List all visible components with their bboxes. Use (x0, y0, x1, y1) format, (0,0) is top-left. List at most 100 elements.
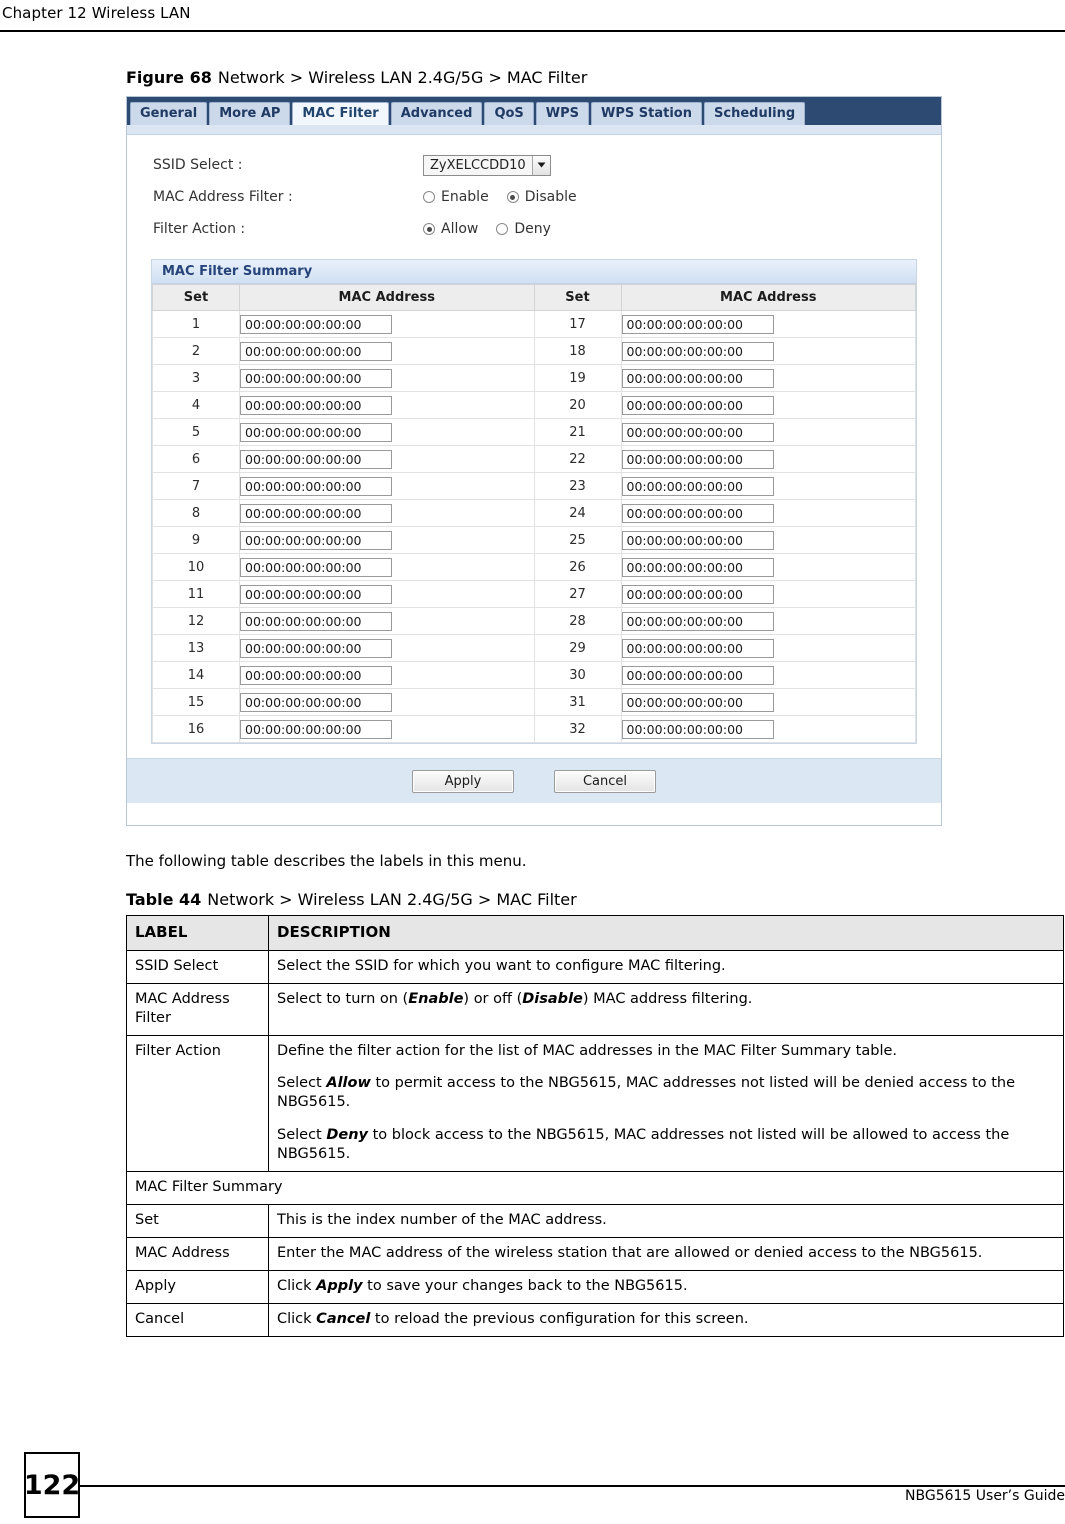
mac-address-cell: 00:00:00:00:00:00 (620, 337, 916, 365)
desc-text-run: to block access to the NBG5615, MAC addr… (277, 1126, 1010, 1162)
tab-wps[interactable]: WPS (535, 102, 590, 125)
tab-mac-filter[interactable]: MAC Filter (292, 102, 389, 125)
chevron-down-icon[interactable] (531, 155, 550, 175)
figure-title: Network > Wireless LAN 2.4G/5G > MAC Fil… (217, 68, 588, 87)
mac-set-index: 11 (152, 580, 240, 608)
mac-address-input[interactable]: 00:00:00:00:00:00 (240, 477, 392, 496)
mac-set-index: 27 (533, 580, 622, 608)
mac-address-cell: 00:00:00:00:00:00 (239, 688, 535, 716)
tab-advanced[interactable]: Advanced (390, 102, 483, 125)
mac-address-input[interactable]: 00:00:00:00:00:00 (240, 342, 392, 361)
desc-label-cell: Set (126, 1203, 269, 1239)
mac-address-cell: 00:00:00:00:00:00 (620, 391, 916, 419)
mac-address-input[interactable]: 00:00:00:00:00:00 (621, 558, 774, 577)
mac-address-input[interactable]: 00:00:00:00:00:00 (240, 450, 392, 469)
mac-address-input[interactable]: 00:00:00:00:00:00 (240, 369, 392, 388)
desc-paragraph: Click Cancel to reload the previous conf… (277, 1310, 1055, 1329)
body-paragraph: The following table describes the labels… (126, 852, 527, 870)
mac-address-cell: 00:00:00:00:00:00 (239, 553, 535, 581)
mac-address-input[interactable]: 00:00:00:00:00:00 (240, 315, 392, 334)
radio-option-allow[interactable]: Allow (423, 221, 478, 237)
mac-set-index: 31 (533, 688, 622, 716)
mac-address-input[interactable]: 00:00:00:00:00:00 (621, 720, 774, 739)
mac-address-input[interactable]: 00:00:00:00:00:00 (621, 450, 774, 469)
mac-address-input[interactable]: 00:00:00:00:00:00 (621, 612, 774, 631)
mac-address-cell: 00:00:00:00:00:00 (239, 364, 535, 392)
mac-address-input[interactable]: 00:00:00:00:00:00 (621, 639, 774, 658)
radio-option-enable[interactable]: Enable (423, 189, 489, 205)
mac-address-input[interactable]: 00:00:00:00:00:00 (240, 558, 392, 577)
radio-button-icon[interactable] (496, 223, 509, 235)
tab-wps-station[interactable]: WPS Station (591, 102, 702, 125)
mac-table-row: 16 00:00:00:00:00:00 32 00:00:00:00:00:00 (152, 715, 916, 743)
radio-option-label: Disable (524, 189, 577, 205)
desc-paragraph: Select the SSID for which you want to co… (277, 957, 1055, 976)
radio-option-label: Deny (514, 221, 551, 237)
mac-table-row: 5 00:00:00:00:00:00 21 00:00:00:00:00:00 (152, 418, 916, 446)
mac-table-row: 2 00:00:00:00:00:00 18 00:00:00:00:00:00 (152, 337, 916, 365)
mac-address-input[interactable]: 00:00:00:00:00:00 (621, 504, 774, 523)
ssid-select-row: SSID Select : ZyXELCCDD10 (153, 149, 941, 181)
mac-address-cell: 00:00:00:00:00:00 (239, 499, 535, 527)
mac-address-input[interactable]: 00:00:00:00:00:00 (240, 720, 392, 739)
desc-description-cell: Define the filter action for the list of… (268, 1035, 1064, 1172)
mac-address-input[interactable]: 00:00:00:00:00:00 (621, 369, 774, 388)
mac-address-input[interactable]: 00:00:00:00:00:00 (240, 612, 392, 631)
mac-set-index: 1 (152, 310, 240, 338)
mac-set-index: 15 (152, 688, 240, 716)
tab-general[interactable]: General (130, 102, 208, 125)
chapter-title: Chapter 12 Wireless LAN (2, 4, 191, 22)
mac-table-row: 14 00:00:00:00:00:00 30 00:00:00:00:00:00 (152, 661, 916, 689)
desc-text-run: ) or off ( (463, 990, 523, 1007)
tab-scheduling[interactable]: Scheduling (704, 102, 806, 125)
mac-address-input[interactable]: 00:00:00:00:00:00 (621, 666, 774, 685)
mac-address-input[interactable]: 00:00:00:00:00:00 (240, 396, 392, 415)
tab-qos[interactable]: QoS (484, 102, 534, 125)
desc-paragraph: Click Apply to save your changes back to… (277, 1277, 1055, 1296)
radio-button-icon[interactable] (506, 191, 519, 203)
desc-text-run: to reload the previous configuration for… (370, 1311, 749, 1328)
desc-label-cell: Filter Action (126, 1035, 269, 1172)
mac-address-input[interactable]: 00:00:00:00:00:00 (621, 477, 774, 496)
mac-table-header-row: Set MAC Address Set MAC Address (152, 284, 916, 311)
desc-label-cell: MAC Address (126, 1237, 269, 1272)
radio-button-icon[interactable] (423, 191, 435, 203)
mac-address-input[interactable]: 00:00:00:00:00:00 (621, 693, 774, 712)
mac-address-input[interactable]: 00:00:00:00:00:00 (621, 315, 774, 334)
mac-set-index: 20 (533, 391, 622, 419)
mac-address-input[interactable]: 00:00:00:00:00:00 (240, 639, 392, 658)
apply-button[interactable]: Apply (412, 769, 514, 793)
mac-address-input[interactable]: 00:00:00:00:00:00 (240, 666, 392, 685)
mac-address-input[interactable]: 00:00:00:00:00:00 (240, 531, 392, 550)
radio-button-icon[interactable] (423, 223, 435, 235)
mac-address-cell: 00:00:00:00:00:00 (239, 634, 535, 662)
radio-option-disable[interactable]: Disable (506, 189, 577, 205)
mac-address-input[interactable]: 00:00:00:00:00:00 (621, 423, 774, 442)
mac-address-input[interactable]: 00:00:00:00:00:00 (240, 693, 392, 712)
mac-table-row: 6 00:00:00:00:00:00 22 00:00:00:00:00:00 (152, 445, 916, 473)
desc-paragraph: Define the filter action for the list of… (277, 1042, 1055, 1061)
tab-more-ap[interactable]: More AP (209, 102, 291, 125)
desc-table-row: MAC Filter Summary (126, 1170, 1064, 1205)
radio-option-deny[interactable]: Deny (496, 221, 551, 237)
mac-address-input[interactable]: 00:00:00:00:00:00 (621, 342, 774, 361)
mac-address-input[interactable]: 00:00:00:00:00:00 (240, 504, 392, 523)
mac-address-cell: 00:00:00:00:00:00 (239, 418, 535, 446)
mac-address-input[interactable]: 00:00:00:00:00:00 (621, 531, 774, 550)
mac-set-index: 2 (152, 337, 240, 365)
mac-set-index: 29 (533, 634, 622, 662)
desc-text-run: Click (277, 1278, 317, 1295)
mac-address-cell: 00:00:00:00:00:00 (620, 418, 916, 446)
desc-text-run: Deny (326, 1126, 368, 1143)
desc-label-cell: MAC Address Filter (126, 982, 269, 1037)
mac-address-input[interactable]: 00:00:00:00:00:00 (240, 423, 392, 442)
mac-address-input[interactable]: 00:00:00:00:00:00 (621, 585, 774, 604)
mac-address-input[interactable]: 00:00:00:00:00:00 (621, 396, 774, 415)
cancel-button[interactable]: Cancel (554, 769, 656, 793)
mac-set-index: 30 (533, 661, 622, 689)
mac-address-input[interactable]: 00:00:00:00:00:00 (240, 585, 392, 604)
mac-set-index: 21 (533, 418, 622, 446)
ssid-select-dropdown[interactable]: ZyXELCCDD10 (423, 154, 551, 176)
mac-address-cell: 00:00:00:00:00:00 (620, 499, 916, 527)
mac-filter-summary-title: MAC Filter Summary (152, 260, 916, 284)
